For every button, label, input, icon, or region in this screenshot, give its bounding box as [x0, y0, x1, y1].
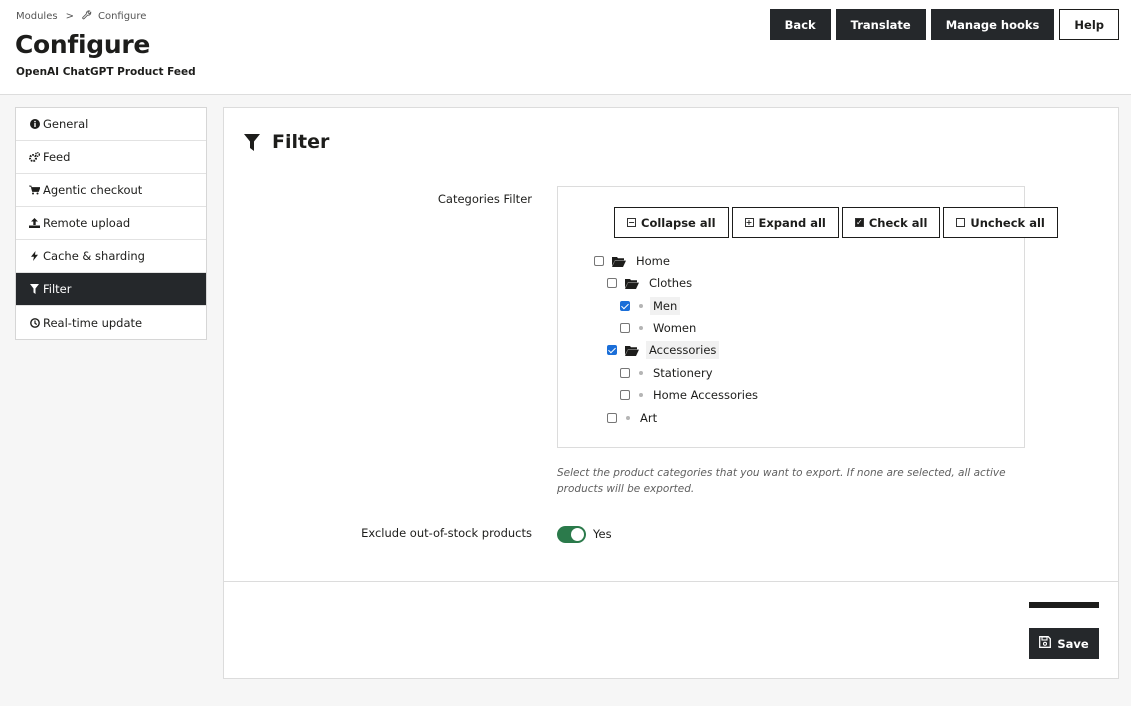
tree-node-accessories[interactable]: Accessories [607, 341, 720, 359]
cogs-icon [29, 152, 40, 162]
category-label: Home Accessories [653, 388, 759, 402]
tree-node-clothes[interactable]: Clothes [607, 274, 695, 292]
category-label: Home [636, 254, 670, 268]
sidebar-item-label: Cache & sharding [43, 249, 145, 263]
category-label: Art [640, 411, 658, 425]
breadcrumb: Modules > Configure [16, 10, 146, 23]
save-progress-bar [1029, 602, 1099, 608]
section-title: Filter [244, 131, 329, 153]
breadcrumb-modules-link[interactable]: Modules [16, 11, 58, 22]
check-all-label: Check all [868, 215, 928, 230]
toolbar: Back Translate Manage hooks Help [769, 9, 1119, 40]
category-label: Stationery [653, 366, 713, 380]
tree-actions: − Collapse all + Expand all ✓ Check all … [614, 207, 1058, 238]
category-checkbox[interactable] [607, 413, 617, 423]
breadcrumb-current: Configure [97, 11, 147, 22]
save-icon [1039, 636, 1052, 651]
category-checkbox[interactable] [620, 368, 630, 378]
check-all-button[interactable]: ✓ Check all [841, 207, 941, 238]
category-checkbox[interactable] [594, 256, 604, 266]
sidebar-item-filter[interactable]: Filter [16, 273, 206, 306]
exclude-out-of-stock-toggle[interactable] [557, 526, 586, 543]
translate-button[interactable]: Translate [835, 9, 926, 40]
bolt-icon [29, 251, 40, 261]
sidebar-item-remote-upload[interactable]: Remote upload [16, 207, 206, 240]
page-header: Modules > Configure Configure OpenAI Cha… [0, 0, 1131, 95]
collapse-all-button[interactable]: − Collapse all [614, 207, 729, 238]
sidebar-item-feed[interactable]: Feed [16, 141, 206, 174]
category-tree: − Collapse all + Expand all ✓ Check all … [557, 186, 1058, 448]
help-button[interactable]: Help [1059, 9, 1119, 40]
filter-icon [244, 133, 260, 151]
page-title: Configure [15, 30, 151, 59]
sidebar-item-label: Filter [43, 282, 72, 296]
footer-divider [224, 581, 1118, 582]
expand-all-label: Expand all [758, 215, 826, 230]
cart-icon [29, 185, 40, 195]
save-label: Save [1057, 636, 1089, 651]
clock-icon [29, 317, 40, 328]
folder-open-icon [625, 278, 639, 289]
category-checkbox[interactable] [607, 345, 617, 355]
collapse-square-icon: − [627, 217, 636, 227]
expand-square-icon: + [744, 217, 754, 227]
breadcrumb-separator: > [65, 11, 74, 22]
uncheck-all-button[interactable]: Uncheck all [943, 207, 1058, 238]
category-checkbox[interactable] [620, 323, 630, 333]
bullet-icon [639, 371, 643, 375]
category-checkbox[interactable] [607, 278, 617, 288]
categories-help-text: Select the product categories that you w… [557, 467, 1006, 495]
tree-node-stationery[interactable]: Stationery [620, 364, 716, 382]
tree-node-art[interactable]: Art [607, 409, 660, 427]
sidebar-item-label: Remote upload [43, 216, 131, 230]
page-subtitle: OpenAI ChatGPT Product Feed [16, 66, 196, 78]
back-button[interactable]: Back [769, 9, 831, 40]
tree-node-home-accessories[interactable]: Home Accessories [620, 386, 761, 404]
bullet-icon [639, 326, 643, 330]
sidebar-item-general[interactable]: General [16, 108, 206, 141]
category-label: Accessories [646, 341, 720, 359]
sidebar-item-agentic-checkout[interactable]: Agentic checkout [16, 174, 206, 207]
folder-open-icon [612, 256, 626, 267]
sidebar-item-label: Agentic checkout [43, 183, 143, 197]
exclude-out-of-stock-label: Exclude out-of-stock products [361, 526, 532, 540]
bullet-icon [639, 304, 643, 308]
sidebar-item-cache-sharding[interactable]: Cache & sharding [16, 240, 206, 273]
sidebar-item-real-time-update[interactable]: Real-time update [16, 306, 206, 339]
manage-hooks-button[interactable]: Manage hooks [930, 9, 1055, 40]
tree-node-men[interactable]: Men [620, 297, 681, 315]
tree-node-women[interactable]: Women [620, 319, 699, 337]
sidebar-item-label: General [43, 117, 89, 131]
wrench-icon [82, 10, 92, 23]
empty-square-icon [956, 218, 966, 227]
bullet-icon [639, 393, 643, 397]
bullet-icon [626, 416, 630, 420]
category-label: Women [653, 321, 697, 335]
tree-node-home[interactable]: Home [594, 252, 673, 270]
categories-filter-label: Categories Filter [437, 192, 532, 206]
collapse-all-label: Collapse all [641, 215, 716, 230]
sidebar-item-label: Real-time update [43, 315, 143, 330]
toggle-value-label: Yes [593, 527, 612, 541]
category-checkbox[interactable] [620, 390, 630, 400]
category-label: Clothes [649, 276, 693, 290]
folder-open-icon [625, 345, 639, 356]
filter-icon [29, 284, 40, 294]
expand-all-button[interactable]: + Expand all [731, 207, 839, 238]
sidebar: General Feed Agentic checkout Remote upl… [15, 107, 207, 340]
upload-icon [29, 218, 40, 228]
uncheck-all-label: Uncheck all [970, 215, 1045, 230]
filter-panel: Filter Categories Filter − Collapse all … [223, 107, 1119, 679]
info-circle-icon [29, 119, 40, 129]
save-button[interactable]: Save [1029, 628, 1099, 659]
section-title-text: Filter [272, 131, 330, 153]
category-checkbox[interactable] [620, 301, 630, 311]
sidebar-item-label: Feed [43, 150, 71, 164]
category-label: Men [650, 297, 681, 315]
checked-square-icon: ✓ [854, 217, 864, 227]
